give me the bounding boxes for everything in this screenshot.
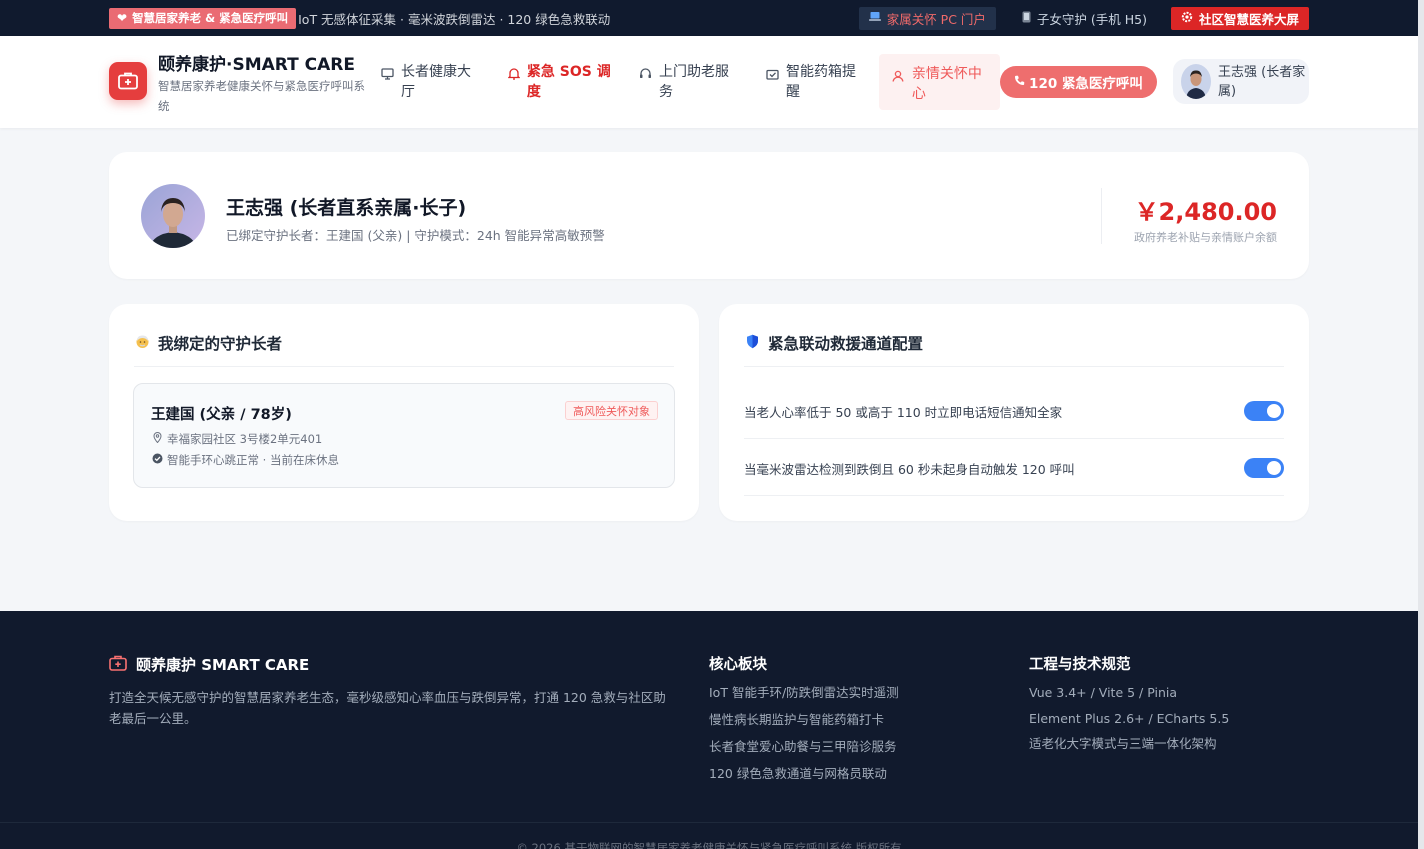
heart-icon: ❤ <box>117 11 128 25</box>
footer-link[interactable]: 长者食堂爱心助餐与三甲陪诊服务 <box>709 737 899 764</box>
vertical-divider <box>1101 188 1102 244</box>
gear-icon <box>1181 11 1193 26</box>
elder-card[interactable]: 王建国 (父亲 / 78岁) 高风险关怀对象 幸福家园社区 3号楼2单元401 … <box>133 383 675 488</box>
footer-divider <box>0 822 1418 823</box>
elder-face-icon <box>134 334 150 353</box>
shield-icon <box>744 334 760 353</box>
nav-home-care[interactable]: 上门助老服务 <box>638 62 738 102</box>
user-icon <box>891 68 906 88</box>
user-avatar <box>1181 64 1211 99</box>
footer-core-modules-list: IoT 智能手环/防跌倒雷达实时遥测 慢性病长期监护与智能药箱打卡 长者食堂爱心… <box>709 683 899 791</box>
pc-portal-link[interactable]: 家属关怀 PC 门户 <box>858 6 996 30</box>
check-circle-icon <box>151 453 163 467</box>
footer-link[interactable]: 120 绿色急救通道与网格员联动 <box>709 764 899 791</box>
footer-tech-item: 适老化大字模式与三端一体化架构 <box>1029 736 1217 751</box>
footer-tech-spec-title: 工程与技术规范 <box>1029 657 1131 673</box>
elder-name: 王建国 (父亲 / 78岁) <box>151 407 292 423</box>
elder-address-text: 幸福家园社区 3号楼2单元401 <box>167 432 323 446</box>
toggle-knob <box>1267 461 1281 475</box>
page: ❤ 智慧居家养老 & 紧急医疗呼叫 IoT 无感体征采集 · 毫米波跌倒雷达 ·… <box>0 0 1418 849</box>
fall-detection-toggle[interactable] <box>1244 458 1284 478</box>
page-scrollbar[interactable] <box>1418 0 1424 849</box>
system-badge-label: 智慧居家养老 & 紧急医疗呼叫 <box>132 11 289 25</box>
monitor-icon <box>380 66 395 86</box>
guardian-profile-card: 王志强 (长者直系亲属·长子) 已绑定守护长者：王建国 (父亲) | 守护模式：… <box>109 152 1309 279</box>
nav-health-hall[interactable]: 长者健康大厅 <box>380 62 480 102</box>
guardian-avatar <box>141 184 205 248</box>
elder-status-text: 智能手环心跳正常 · 当前在床休息 <box>167 453 339 467</box>
medical-kit-icon <box>109 655 127 675</box>
panel-divider <box>744 366 1284 367</box>
nav-sos-dispatch[interactable]: 紧急 SOS 调度 <box>507 62 612 102</box>
bell-icon <box>507 66 521 86</box>
headset-icon <box>638 66 653 86</box>
footer-copyright: © 2026 基于物联网的智慧居家养老健康关怀与紧急医疗呼叫系统 版权所有 <box>516 841 902 849</box>
emergency-call-button[interactable]: 120 紧急医疗呼叫 <box>1000 66 1157 98</box>
nav-home-care-label: 上门助老服务 <box>659 64 730 100</box>
emergency-call-label: 120 紧急医疗呼叫 <box>1029 76 1143 92</box>
footer-brand: 颐养康护 SMART CARE <box>109 654 309 675</box>
portal-links: 家属关怀 PC 门户 子女守护 (手机 H5) 社区智慧医养大屏 <box>858 6 1309 30</box>
account-balance-label: 政府养老补贴与亲情账户余额 <box>1134 231 1277 244</box>
risk-tag: 高风险关怀对象 <box>565 401 658 420</box>
guardian-description: 已绑定守护长者：王建国 (父亲) | 守护模式：24h 智能异常高敏预警 <box>226 228 605 243</box>
nav-health-hall-label: 长者健康大厅 <box>401 64 472 100</box>
pillbox-icon <box>765 66 780 86</box>
footer-brand-label: 颐养康护 SMART CARE <box>136 656 310 674</box>
bound-elders-title-label: 我绑定的守护长者 <box>158 335 283 353</box>
medical-kit-logo-icon[interactable] <box>109 62 147 100</box>
footer-link[interactable]: 慢性病长期监护与智能药箱打卡 <box>709 710 899 737</box>
h5-guard-label: 子女守护 (手机 H5) <box>1036 11 1147 27</box>
footer-tech-item: Vue 3.4+ / Vite 5 / Pinia <box>1029 685 1178 700</box>
community-screen-link[interactable]: 社区智慧医养大屏 <box>1170 6 1309 30</box>
heart-rate-alert-row: 当老人心率低于 50 或高于 110 时立即电话短信通知全家 <box>744 382 1284 439</box>
elder-address: 幸福家园社区 3号楼2单元401 <box>151 431 322 447</box>
bound-elders-title: 我绑定的守护长者 <box>134 332 282 354</box>
nav-sos-dispatch-label: 紧急 SOS 调度 <box>526 64 611 100</box>
emergency-channel-panel: 紧急联动救援通道配置 当老人心率低于 50 或高于 110 时立即电话短信通知全… <box>719 304 1309 521</box>
footer-link[interactable]: IoT 智能手环/防跌倒雷达实时遥测 <box>709 683 899 710</box>
nav-family-care-center-label: 亲情关怀中心 <box>911 66 982 102</box>
elder-status: 智能手环心跳正常 · 当前在床休息 <box>151 452 339 468</box>
nav-pillbox-reminder-label: 智能药箱提醒 <box>786 64 857 100</box>
emergency-channel-title-label: 紧急联动救援通道配置 <box>768 335 924 353</box>
scrollbar-thumb[interactable] <box>1418 0 1424 849</box>
site-footer: 颐养康护 SMART CARE 打造全天候无感守护的智慧居家养老生态，毫秒级感知… <box>0 611 1418 849</box>
phone-icon <box>1022 11 1031 26</box>
user-menu[interactable]: 王志强 (长者家属) <box>1173 59 1309 104</box>
toggle-knob <box>1267 404 1281 418</box>
system-badge: ❤ 智慧居家养老 & 紧急医疗呼叫 <box>109 7 297 29</box>
fall-detection-label: 当毫米波雷达检测到跌倒且 60 秒未起身自动触发 120 呼叫 <box>744 462 1075 477</box>
panel-divider <box>134 366 674 367</box>
brand-subtitle: 智慧居家养老健康关怀与紧急医疗呼叫系统 <box>158 79 365 113</box>
heart-rate-alert-label: 当老人心率低于 50 或高于 110 时立即电话短信通知全家 <box>744 405 1063 420</box>
location-pin-icon <box>151 432 163 446</box>
footer-description: 打造全天候无感守护的智慧居家养老生态，毫秒级感知心率血压与跌倒异常，打通 120… <box>109 690 666 726</box>
bound-elders-panel: 我绑定的守护长者 王建国 (父亲 / 78岁) 高风险关怀对象 幸福家园社区 3… <box>109 304 699 521</box>
top-bar: ❤ 智慧居家养老 & 紧急医疗呼叫 IoT 无感体征采集 · 毫米波跌倒雷达 ·… <box>0 0 1418 36</box>
emergency-channel-title: 紧急联动救援通道配置 <box>744 332 923 354</box>
user-name: 王志强 (长者家属) <box>1218 65 1306 99</box>
nav-family-care-center[interactable]: 亲情关怀中心 <box>879 54 1000 110</box>
heart-rate-alert-toggle[interactable] <box>1244 401 1284 421</box>
footer-tech-item: Element Plus 2.6+ / ECharts 5.5 <box>1029 710 1230 726</box>
h5-guard-link[interactable]: 子女守护 (手机 H5) <box>1012 7 1157 30</box>
footer-tech-spec-list: Vue 3.4+ / Vite 5 / Pinia Element Plus 2… <box>1029 683 1229 760</box>
phone-call-icon <box>1014 75 1025 89</box>
guardian-name: 王志强 (长者直系亲属·长子) <box>226 197 467 219</box>
brand-title: 颐养康护·SMART CARE <box>158 55 355 75</box>
account-balance: ￥2,480.00 <box>1134 198 1277 226</box>
community-screen-label: 社区智慧医养大屏 <box>1198 11 1299 27</box>
feature-ticker: IoT 无感体征采集 · 毫米波跌倒雷达 · 120 绿色急救联动 <box>298 11 611 27</box>
pc-portal-label: 家属关怀 PC 门户 <box>886 11 986 27</box>
nav-pillbox-reminder[interactable]: 智能药箱提醒 <box>765 62 865 102</box>
footer-core-modules-title: 核心板块 <box>709 657 767 673</box>
fall-detection-row: 当毫米波雷达检测到跌倒且 60 秒未起身自动触发 120 呼叫 <box>744 439 1284 496</box>
laptop-icon <box>868 11 881 25</box>
